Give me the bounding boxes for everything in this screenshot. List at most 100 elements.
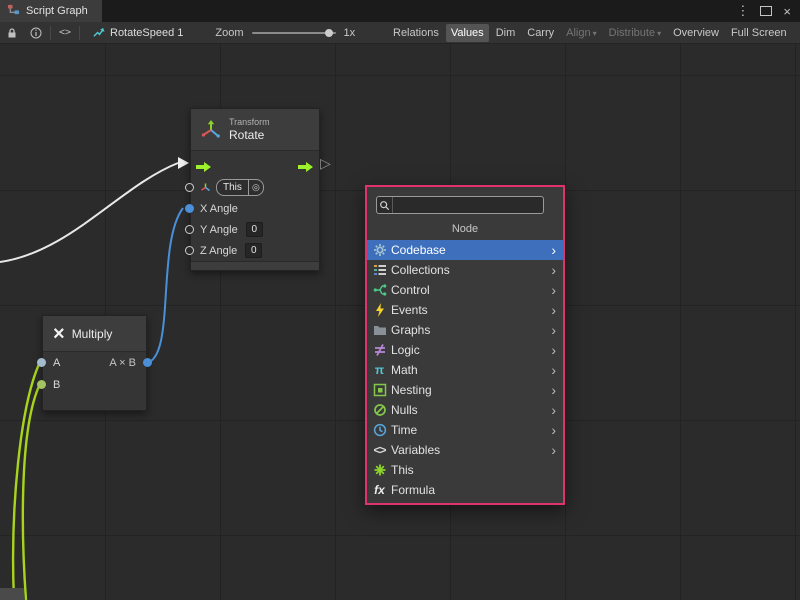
flow-input-port[interactable] [196, 159, 212, 177]
tab-bar: Script Graph ⋮ × [0, 0, 800, 22]
dropdown-arrow-icon: ▾ [593, 29, 597, 38]
folder-icon [371, 323, 388, 337]
this-input-port[interactable] [185, 183, 194, 192]
next-flow-triangle-icon: ▷ [320, 155, 331, 172]
multiply-icon: × [53, 324, 65, 344]
yangle-input-port[interactable] [185, 225, 194, 234]
toolbar-button-align[interactable]: Align▾ [561, 24, 601, 42]
xangle-input-port[interactable] [185, 204, 194, 213]
node-multiply[interactable]: × Multiply A A × B B [42, 315, 147, 411]
finder-item-events[interactable]: Events› [367, 300, 563, 320]
maximize-icon[interactable] [760, 6, 772, 16]
flow-wire[interactable] [0, 163, 178, 262]
unity-visual-scripting-window: Script Graph ⋮ × <> [0, 0, 800, 600]
search-icon [377, 197, 393, 213]
finder-item-label: Math [391, 363, 418, 377]
toolbar-button-distribute[interactable]: Distribute▾ [604, 24, 666, 42]
finder-item-label: Events [391, 303, 428, 317]
finder-item-label: Time [391, 423, 417, 437]
toolbar-button-values[interactable]: Values [446, 24, 489, 42]
zangle-value-field[interactable]: 0 [245, 243, 262, 258]
gear-icon [371, 243, 388, 257]
finder-item-math[interactable]: πMath› [367, 360, 563, 380]
multiply-node-header[interactable]: × Multiply [43, 316, 146, 352]
fuzzy-finder-popup: Node Codebase›Collections›Control›Events… [365, 185, 565, 505]
lock-icon[interactable] [0, 22, 24, 44]
logic-icon [371, 343, 388, 357]
rotate-node-title: Rotate [229, 128, 270, 142]
finder-item-formula[interactable]: fxFormula [367, 480, 563, 500]
rotate-xangle-row: X Angle [191, 198, 319, 219]
value-wire-to-b[interactable] [23, 384, 40, 600]
panel-corner [0, 588, 24, 600]
rotate-node-type: Transform [229, 117, 270, 128]
rotate-node-header[interactable]: Transform Rotate [191, 109, 319, 151]
toolbar-button-relations[interactable]: Relations [388, 24, 444, 42]
chevron-right-icon: › [551, 343, 556, 357]
xangle-label: X Angle [200, 203, 238, 215]
info-icon[interactable] [24, 22, 48, 44]
finder-item-nulls[interactable]: Nulls› [367, 400, 563, 420]
this-object-field[interactable]: This ◎ [216, 179, 264, 196]
input-b-port[interactable] [37, 380, 46, 389]
finder-item-label: Collections [391, 263, 450, 277]
null-icon [371, 403, 388, 417]
zoom-slider-handle[interactable] [325, 29, 333, 37]
value-wire-multiply-to-xangle[interactable] [146, 208, 183, 363]
code-toggle-icon[interactable]: <> [53, 22, 77, 44]
finder-search [376, 196, 544, 214]
finder-item-this[interactable]: This [367, 460, 563, 480]
axes-icon [371, 463, 388, 477]
angle-brackets-icon: <> [371, 443, 388, 457]
toolbar-divider [50, 26, 51, 40]
input-a-port[interactable] [37, 358, 46, 367]
toolbar-button-carry[interactable]: Carry [522, 24, 559, 42]
toolbar-button-full-screen[interactable]: Full Screen [726, 24, 792, 42]
finder-header: Node [367, 223, 563, 235]
finder-search-input[interactable] [393, 197, 543, 213]
finder-item-graphs[interactable]: Graphs › [367, 320, 563, 340]
toolbar-button-overview[interactable]: Overview [668, 24, 724, 42]
node-rotate[interactable]: Transform Rotate This [190, 108, 320, 271]
finder-item-time[interactable]: Time› [367, 420, 563, 440]
chevron-right-icon: › [551, 363, 556, 377]
toolbar-button-group: RelationsValuesDimCarryAlign▾Distribute▾… [388, 22, 792, 44]
chevron-right-icon: › [551, 283, 556, 297]
finder-item-codebase[interactable]: Codebase› [367, 240, 563, 260]
flow-output-port[interactable] [298, 159, 314, 177]
finder-item-label: Logic [391, 343, 420, 357]
multiply-output-port[interactable] [143, 358, 152, 367]
output-label: A × B [109, 357, 136, 369]
zangle-input-port[interactable] [185, 246, 194, 255]
yangle-value-field[interactable]: 0 [246, 222, 263, 237]
rotate-yangle-row: Y Angle 0 [191, 219, 319, 240]
nested-graph-icon [371, 383, 388, 397]
finder-item-logic[interactable]: Logic › [367, 340, 563, 360]
window-controls: ⋮ × [736, 0, 800, 22]
transform-icon [200, 119, 222, 141]
finder-item-control[interactable]: Control› [367, 280, 563, 300]
kebab-menu-icon[interactable]: ⋮ [736, 3, 749, 19]
close-icon[interactable]: × [783, 4, 791, 19]
tab-title: Script Graph [26, 5, 88, 17]
graph-unit-icon [92, 26, 105, 39]
chevron-right-icon: › [551, 323, 556, 337]
value-wire-to-a[interactable] [13, 362, 40, 600]
chevron-right-icon: › [551, 263, 556, 277]
chevron-right-icon: › [551, 383, 556, 397]
input-a-label: A [53, 357, 60, 369]
rotate-flow-row [191, 151, 319, 177]
finder-item-label: Graphs [391, 323, 430, 337]
graph-breadcrumb[interactable]: RotateSpeed 1 [92, 26, 183, 39]
tab-script-graph[interactable]: Script Graph [0, 0, 102, 22]
finder-item-variables[interactable]: <>Variables› [367, 440, 563, 460]
branch-icon [371, 283, 388, 297]
object-picker-icon[interactable]: ◎ [248, 180, 263, 195]
finder-item-nesting[interactable]: Nesting› [367, 380, 563, 400]
zoom-slider[interactable] [252, 32, 336, 34]
graph-canvas[interactable]: Transform Rotate This [0, 44, 800, 600]
graph-toolbar: <> RotateSpeed 1 Zoom 1x RelationsValues… [0, 22, 800, 44]
finder-item-collections[interactable]: Collections › [367, 260, 563, 280]
this-field-value: This [217, 182, 248, 193]
toolbar-button-dim[interactable]: Dim [491, 24, 521, 42]
